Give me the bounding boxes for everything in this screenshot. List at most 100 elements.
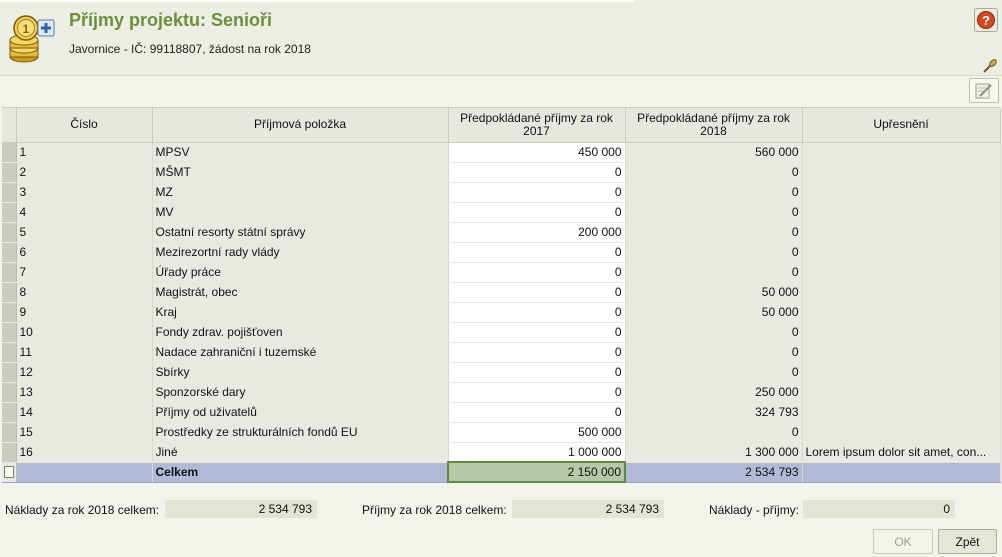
column-header-2018[interactable]: Předpokládané příjmy za rok 2018 <box>625 108 803 143</box>
table-row[interactable]: 14 Příjmy od uživatelů 0 324 793 <box>2 402 1001 423</box>
row-selector[interactable] <box>2 282 17 303</box>
cell-2017-input[interactable]: 500 000 <box>448 422 626 443</box>
table-row[interactable]: 5 Ostatní resorty státní správy 200 000 0 <box>2 222 1001 243</box>
row-selector[interactable] <box>2 142 17 163</box>
cell-number: 2 <box>16 162 153 183</box>
row-selector[interactable] <box>2 422 17 443</box>
cell-item: Úřady práce <box>152 262 449 283</box>
row-selector[interactable] <box>2 302 17 323</box>
cell-note[interactable] <box>802 162 1001 183</box>
difference-value: 0 <box>803 500 955 518</box>
cell-note[interactable] <box>802 402 1001 423</box>
cell-note[interactable] <box>802 342 1001 363</box>
row-selector[interactable] <box>2 202 17 223</box>
row-selector[interactable] <box>2 182 17 203</box>
cell-2017-input[interactable]: 0 <box>448 262 626 283</box>
table-row[interactable]: 2 MŠMT 0 0 <box>2 162 1001 183</box>
row-selector[interactable] <box>2 222 17 243</box>
row-selector[interactable] <box>2 262 17 283</box>
row-selector[interactable] <box>2 342 17 363</box>
table-row[interactable]: 1 MPSV 450 000 560 000 <box>2 142 1001 163</box>
table-row[interactable]: 7 Úřady práce 0 0 <box>2 262 1001 283</box>
table-row[interactable]: 8 Magistrát, obec 0 50 000 <box>2 282 1001 303</box>
column-header-number[interactable]: Číslo <box>16 108 153 143</box>
svg-text:1: 1 <box>23 22 30 36</box>
cell-note[interactable] <box>802 322 1001 343</box>
cell-note[interactable]: Lorem ipsum dolor sit amet, con... <box>802 442 1001 463</box>
cell-2017-input[interactable]: 1 000 000 <box>448 442 626 463</box>
table-row[interactable]: 13 Sponzorské dary 0 250 000 <box>2 382 1001 403</box>
table-row[interactable]: 15 Prostředky ze strukturálních fondů EU 5… <box>2 422 1001 443</box>
cell-2017-input[interactable]: 0 <box>448 362 626 383</box>
cell-2017-input[interactable]: 0 <box>448 202 626 223</box>
summary-bar: Náklady za rok 2018 celkem: 2 534 793 Př… <box>0 496 1002 524</box>
cell-2017-input[interactable]: 0 <box>448 302 626 323</box>
cell-number: 8 <box>16 282 153 303</box>
column-header-note[interactable]: Upřesnění <box>802 108 1001 143</box>
cell-note[interactable] <box>802 422 1001 443</box>
cell-note[interactable] <box>802 142 1001 163</box>
cell-2017-input[interactable]: 0 <box>448 322 626 343</box>
row-selector[interactable] <box>2 442 17 463</box>
table-row[interactable]: 4 MV 0 0 <box>2 202 1001 223</box>
cell-note[interactable] <box>802 222 1001 243</box>
cell-note[interactable] <box>802 262 1001 283</box>
cell-2017-input[interactable]: 200 000 <box>448 222 626 243</box>
cell-2017-input[interactable]: 0 <box>448 242 626 263</box>
income-value: 2 534 793 <box>512 500 664 518</box>
cell-number: 16 <box>16 442 153 463</box>
row-selector[interactable] <box>2 382 17 403</box>
cell-note[interactable] <box>802 302 1001 323</box>
table-row[interactable]: 6 Mezirezortní rady vlády 0 0 <box>2 242 1001 263</box>
cell-item: MZ <box>152 182 449 203</box>
total-row[interactable]: Celkem 2 150 000 2 534 793 <box>2 461 1001 483</box>
table-row[interactable]: 16 Jiné 1 000 000 1 300 000 Lorem ipsum dolo… <box>2 442 1001 463</box>
ok-button[interactable]: OK <box>873 529 933 554</box>
cell-number: 7 <box>16 262 153 283</box>
cell-number: 9 <box>16 302 153 323</box>
total-row-selector[interactable] <box>2 462 17 483</box>
total-label: Celkem <box>152 462 449 483</box>
row-selector[interactable] <box>2 242 17 263</box>
cell-item: Kraj <box>152 302 449 323</box>
table-row[interactable]: 12 Sbírky 0 0 <box>2 362 1001 383</box>
pin-icon[interactable] <box>982 58 998 74</box>
page-title: Příjmy projektu: Senioři <box>69 10 273 30</box>
costs-label: Náklady za rok 2018 celkem: <box>5 503 160 517</box>
cell-note[interactable] <box>802 182 1001 203</box>
cell-2017-input[interactable]: 0 <box>448 162 626 183</box>
row-selected-marker <box>3 466 14 478</box>
cell-note[interactable] <box>802 242 1001 263</box>
table-row[interactable]: 3 MZ 0 0 <box>2 182 1001 203</box>
row-selector[interactable] <box>2 322 17 343</box>
cell-2017-input[interactable]: 0 <box>448 382 626 403</box>
total-2017[interactable]: 2 150 000 <box>447 461 626 483</box>
cell-2017-input[interactable]: 450 000 <box>448 142 626 163</box>
column-header-item[interactable]: Příjmová položka <box>152 108 449 143</box>
table-row[interactable]: 10 Fondy zdrav. pojišťoven 0 0 <box>2 322 1001 343</box>
difference-label: Náklady - příjmy: <box>709 503 800 517</box>
cell-note[interactable] <box>802 202 1001 223</box>
row-selector[interactable] <box>2 402 17 423</box>
cell-item: Mezirezortní rady vlády <box>152 242 449 263</box>
cell-2017-input[interactable]: 0 <box>448 182 626 203</box>
page-header: 1 Příjmy projektu: Senioři Javornice - I… <box>0 0 1002 76</box>
table-row[interactable]: 11 Nadace zahraniční i tuzemské 0 0 <box>2 342 1001 363</box>
row-selector[interactable] <box>2 162 17 183</box>
cell-item: Sbírky <box>152 362 449 383</box>
back-button[interactable]: Zpět <box>938 529 997 554</box>
cell-item: Sponzorské dary <box>152 382 449 403</box>
cell-note[interactable] <box>802 382 1001 403</box>
edit-button[interactable] <box>969 78 999 103</box>
cell-2017-input[interactable]: 0 <box>448 342 626 363</box>
cell-2018: 250 000 <box>625 382 803 403</box>
cell-2017-input[interactable]: 0 <box>448 402 626 423</box>
cell-note[interactable] <box>802 362 1001 383</box>
help-button[interactable]: ? <box>974 8 998 32</box>
cell-item: Fondy zdrav. pojišťoven <box>152 322 449 343</box>
table-row[interactable]: 9 Kraj 0 50 000 <box>2 302 1001 323</box>
column-header-2017[interactable]: Předpokládané příjmy za rok 2017 <box>448 108 626 143</box>
row-selector[interactable] <box>2 362 17 383</box>
cell-2017-input[interactable]: 0 <box>448 282 626 303</box>
cell-note[interactable] <box>802 282 1001 303</box>
